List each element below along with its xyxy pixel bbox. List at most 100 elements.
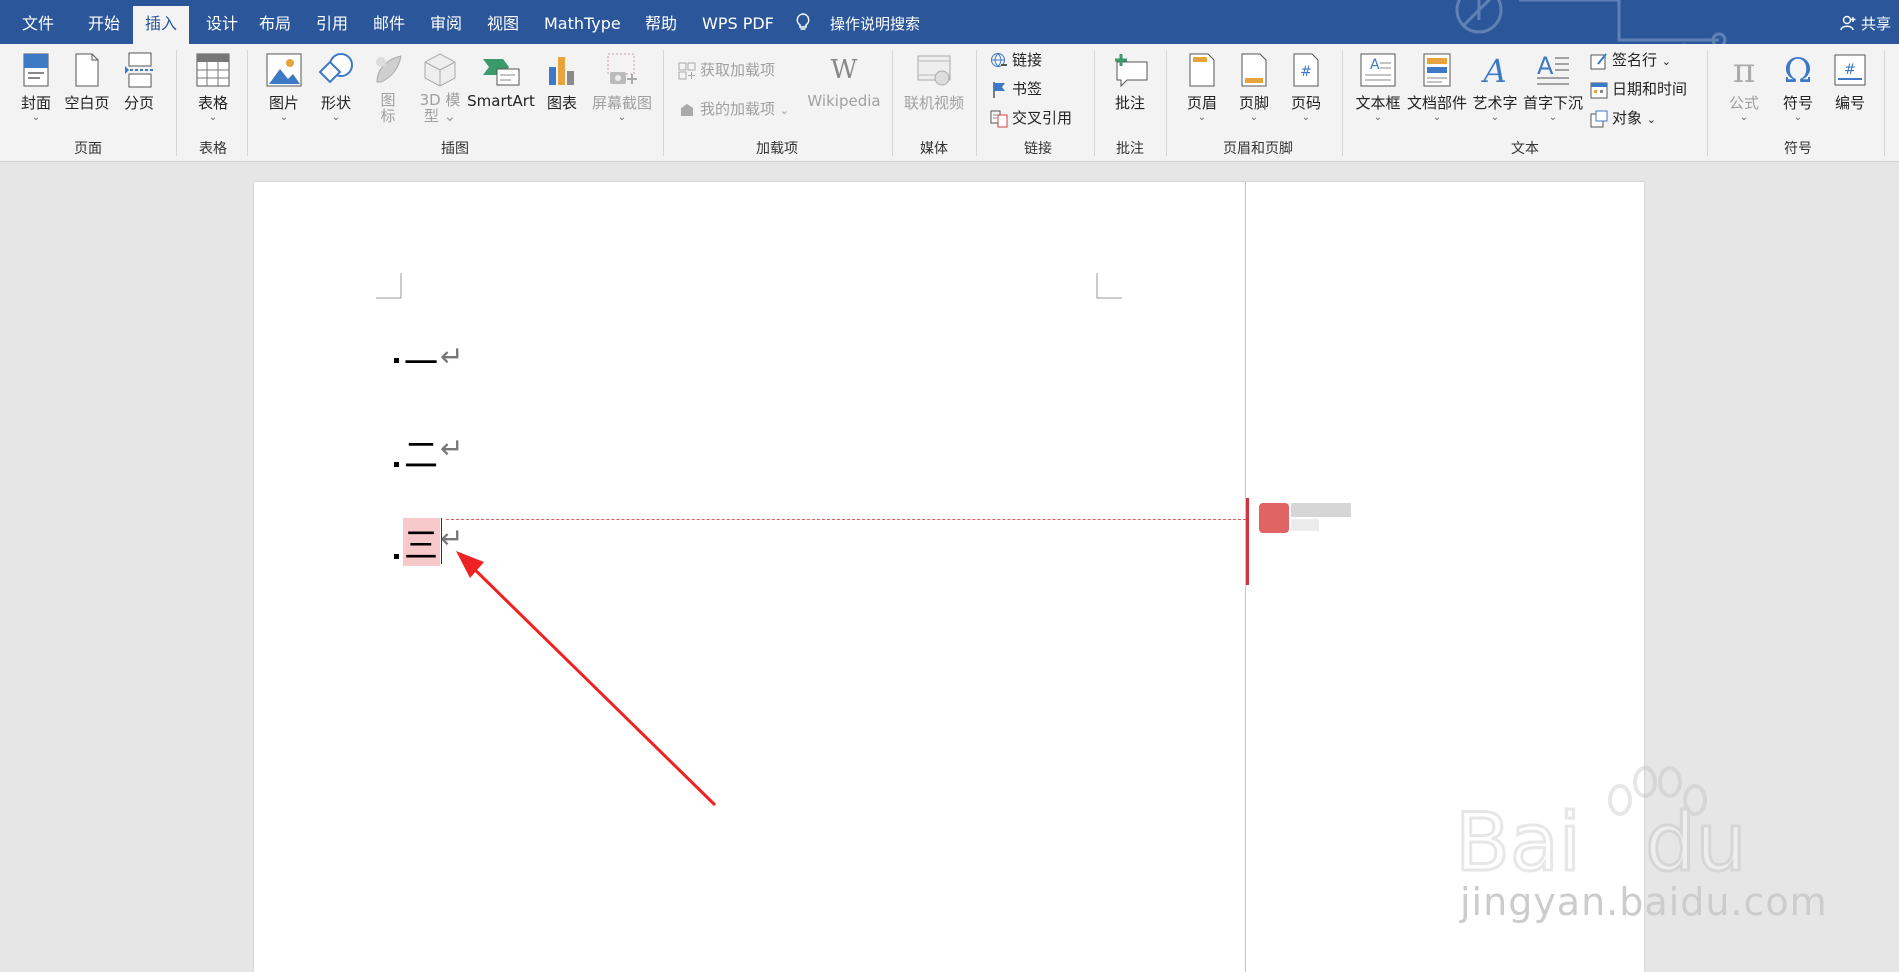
group-divider (663, 50, 664, 156)
my-addins-button[interactable]: 我的加载项 ⌄ (678, 97, 789, 121)
header-icon (1189, 53, 1215, 87)
header-label: 页眉 (1186, 94, 1217, 112)
symbol-button[interactable]: Ω 符号 ⌄ (1776, 52, 1820, 123)
tab-references[interactable]: 引用 (312, 0, 352, 44)
svg-text:Ω: Ω (1784, 52, 1812, 88)
tab-wps-pdf[interactable]: WPS PDF (698, 0, 778, 44)
cross-reference-button[interactable]: 交叉引用 (990, 106, 1072, 130)
comment-text-blurred (1291, 519, 1319, 531)
tab-layout[interactable]: 布局 (255, 0, 295, 44)
wikipedia-button[interactable]: W Wikipedia (804, 52, 884, 110)
equation-button[interactable]: π 公式 ⌄ (1722, 52, 1766, 123)
object-icon (1590, 110, 1608, 127)
screenshot-icon (607, 53, 637, 84)
wordart-icon: A (1480, 52, 1506, 88)
group-label-links: 链接 (1024, 141, 1052, 157)
smartart-button[interactable]: SmartArt (466, 52, 536, 110)
bullet-marker (394, 462, 399, 467)
get-addins-label: 获取加载项 (700, 61, 776, 79)
chart-button[interactable]: 图表 (544, 52, 580, 113)
svg-text:π: π (1733, 52, 1755, 88)
chevron-down-icon: ⌄ (208, 112, 218, 123)
tab-mathtype[interactable]: MathType (540, 0, 625, 44)
share-label: 共享 (1860, 15, 1891, 33)
tab-file[interactable]: 文件 (18, 0, 58, 44)
object-button[interactable]: 对象 ⌄ (1590, 106, 1656, 130)
date-time-button[interactable]: 日期和时间 (1590, 77, 1687, 101)
tab-review[interactable]: 审阅 (426, 0, 466, 44)
page-number-button[interactable]: # 页码 ⌄ (1286, 52, 1326, 123)
wikipedia-label: Wikipedia (807, 92, 881, 110)
group-divider (247, 50, 248, 156)
tab-home[interactable]: 开始 (84, 0, 124, 44)
svg-text:Bai: Bai (1455, 796, 1581, 889)
comment-author-avatar[interactable] (1259, 503, 1289, 533)
video-icon (917, 55, 951, 86)
group-divider (1707, 50, 1708, 156)
footer-button[interactable]: 页脚 ⌄ (1234, 52, 1274, 123)
tab-design[interactable]: 设计 (202, 0, 242, 44)
paragraph-mark: ↵ (440, 340, 464, 373)
online-video-button[interactable]: 联机视频 (902, 52, 966, 113)
chevron-down-icon: ⌄ (1373, 112, 1383, 123)
share-button[interactable]: 共享 (1840, 0, 1891, 44)
shapes-button[interactable]: 形状 ⌄ (314, 52, 358, 123)
svg-text:A: A (1537, 52, 1554, 80)
table-button[interactable]: 表格 ⌄ (193, 52, 233, 123)
svg-text:#: # (1844, 62, 1856, 78)
cover-page-button[interactable]: 封面 ⌄ (18, 52, 54, 123)
paragraph-2[interactable]: 二 (404, 428, 438, 477)
textbox-icon: A (1360, 53, 1396, 87)
page-number-icon: # (1293, 53, 1319, 87)
wordart-button[interactable]: A 艺术字 ⌄ (1470, 52, 1520, 123)
quick-parts-button[interactable]: 文档部件 ⌄ (1406, 52, 1468, 123)
chevron-down-icon: ⌄ (1793, 112, 1803, 123)
tab-view[interactable]: 视图 (483, 0, 523, 44)
paragraph-1[interactable]: 一 (404, 336, 438, 385)
tell-me-search[interactable]: 操作说明搜索 (826, 0, 924, 44)
header-button[interactable]: 页眉 ⌄ (1182, 52, 1222, 123)
omega-icon: Ω (1784, 52, 1812, 88)
picture-button[interactable]: 图片 ⌄ (264, 52, 304, 123)
screenshot-label: 屏幕截图 (591, 94, 652, 112)
textbox-button[interactable]: A 文本框 ⌄ (1354, 52, 1402, 123)
icons-icon (376, 55, 402, 83)
drop-cap-button[interactable]: A 首字下沉 ⌄ (1522, 52, 1584, 123)
ribbon-insert: 封面 ⌄ 空白页 分页 页面 表格 ⌄ 表格 图片 ⌄ 形状 ⌄ 图标 3D 模… (0, 44, 1899, 162)
chevron-down-icon: ⌄ (1490, 112, 1500, 123)
comment-connector-line (446, 519, 1246, 520)
page-break-button[interactable]: 分页 (121, 52, 157, 113)
get-addins-button[interactable]: 获取加载项 (678, 58, 775, 82)
bookmark-label: 书签 (1012, 80, 1043, 98)
icons-button[interactable]: 图标 (368, 52, 408, 124)
numbering-button[interactable]: # 编号 (1828, 52, 1872, 113)
page-break-label: 分页 (123, 94, 154, 112)
paragraph-3[interactable]: 三 (404, 518, 438, 567)
cover-page-icon (23, 53, 49, 87)
bookmark-button[interactable]: 书签 (990, 77, 1042, 101)
svg-text:W: W (831, 55, 858, 85)
chevron-down-icon: ⌄ (1432, 112, 1442, 123)
wordart-label: 艺术字 (1472, 94, 1518, 112)
my-addins-label: 我的加载项 (700, 100, 776, 118)
chart-label: 图表 (546, 94, 577, 112)
screenshot-button[interactable]: 屏幕截图 ⌄ (588, 52, 656, 123)
3d-models-button[interactable]: 3D 模型 ⌄ (416, 52, 464, 124)
new-comment-button[interactable]: 批注 (1108, 52, 1152, 113)
signature-line-button[interactable]: 签名行 ⌄ (1590, 48, 1671, 72)
footer-icon (1241, 53, 1267, 87)
group-label-media: 媒体 (920, 141, 948, 157)
calendar-icon (1590, 82, 1608, 98)
signature-line-label: 签名行 (1612, 51, 1658, 69)
link-button[interactable]: 链接 (990, 48, 1042, 72)
chevron-down-icon: ⌄ (31, 112, 41, 123)
blank-page-button[interactable]: 空白页 (62, 52, 112, 113)
signature-pen-icon (1590, 52, 1607, 69)
tab-mailings[interactable]: 邮件 (369, 0, 409, 44)
chevron-down-icon: ⌄ (1739, 112, 1749, 123)
picture-icon (266, 53, 302, 87)
tab-insert[interactable]: 插入 (133, 6, 190, 44)
tab-help[interactable]: 帮助 (641, 0, 681, 44)
flag-icon (993, 81, 1005, 98)
bullet-marker (394, 358, 399, 363)
